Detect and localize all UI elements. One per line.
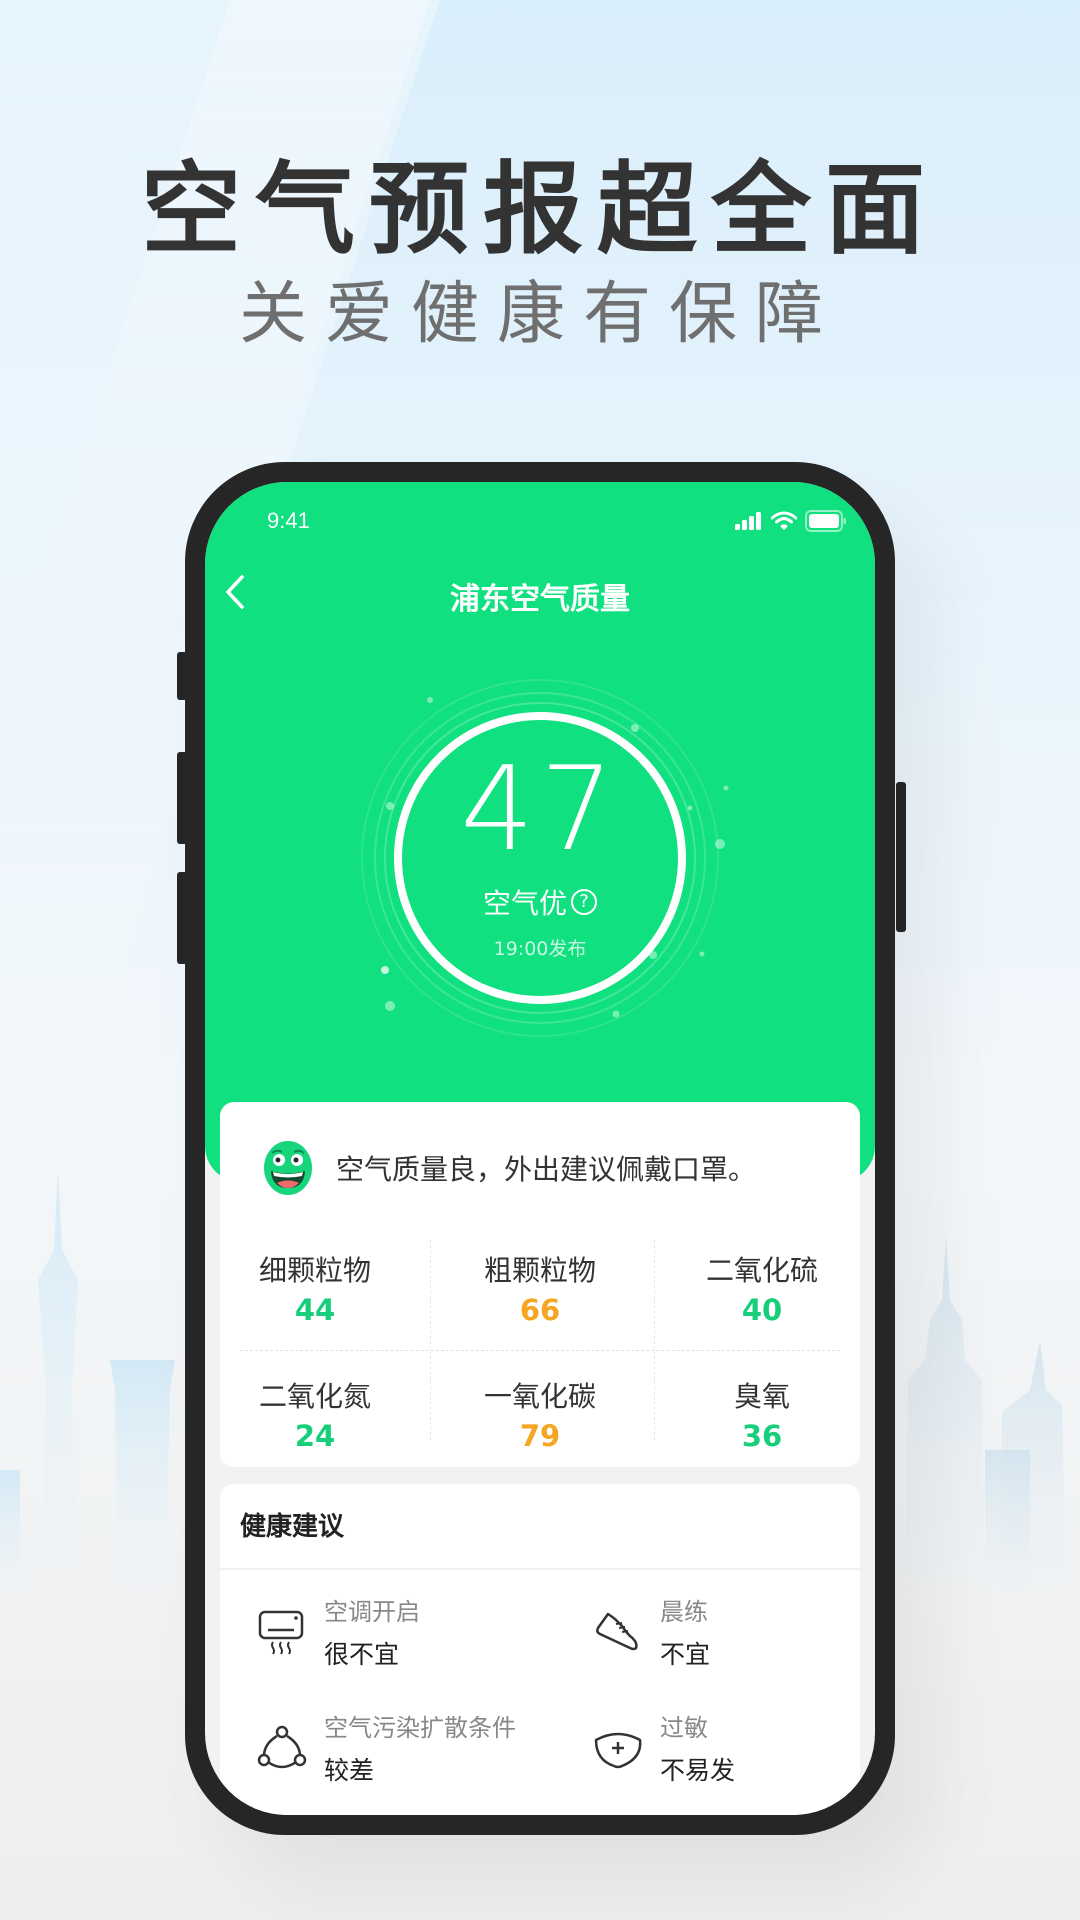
pollutant-grid: 细颗粒物 44 粗颗粒物 66 二氧化硫 40 二氧化氮 24 一氧化碳 79 … xyxy=(240,1237,840,1453)
pollutant-name: 一氧化碳 xyxy=(483,1380,596,1413)
air-conditioner-icon xyxy=(258,1610,304,1655)
pollutant-item[interactable]: 臭氧 36 xyxy=(662,1363,862,1463)
pollutant-name: 二氧化氮 xyxy=(258,1380,371,1413)
pollutant-item[interactable]: 二氧化氮 24 xyxy=(215,1363,415,1463)
sneaker-icon xyxy=(596,1612,638,1651)
tip-text: 空气质量良，外出建议佩戴口罩。 xyxy=(336,1153,757,1186)
pollutant-name: 二氧化硫 xyxy=(705,1254,818,1287)
pollutant-value: 24 xyxy=(294,1419,336,1453)
health-advice-title: 健康建议 xyxy=(240,1512,345,1542)
aqi-gauge xyxy=(361,679,729,1037)
phone-power-button xyxy=(896,782,906,932)
advice-item[interactable]: 晨练 不宜 xyxy=(592,1592,710,1671)
signal-icon xyxy=(735,512,761,530)
advice-label: 晨练 xyxy=(660,1598,708,1626)
aqi-level: 空气优 ? xyxy=(205,882,875,922)
advice-item[interactable]: 空调开启 很不宜 xyxy=(256,1592,420,1671)
aqi-publish-time: 19:00发布 xyxy=(493,938,587,960)
pollutant-value: 44 xyxy=(294,1293,336,1327)
air-quality-card: 空气质量良，外出建议佩戴口罩。 细颗粒物 44 粗颗粒物 66 二氧化硫 40 … xyxy=(220,1102,860,1467)
divider xyxy=(220,1568,860,1570)
air-quality-tip: 空气质量良，外出建议佩戴口罩。 xyxy=(260,1140,756,1196)
pollutant-item[interactable]: 二氧化硫 40 xyxy=(662,1237,862,1337)
advice-item[interactable]: 空气污染扩散条件 较差 xyxy=(256,1708,516,1787)
advice-label: 空调开启 xyxy=(324,1598,420,1626)
pollutant-item[interactable]: 细颗粒物 44 xyxy=(215,1237,415,1337)
aqi-level-text: 空气优 xyxy=(482,887,567,920)
battery-icon xyxy=(805,510,846,532)
pollutant-value: 36 xyxy=(741,1419,783,1453)
pollutant-name: 细颗粒物 xyxy=(258,1254,371,1287)
status-time: 9:41 xyxy=(267,508,310,533)
pollutant-name: 粗颗粒物 xyxy=(483,1254,596,1287)
health-advice-card: 健康建议 空调开启 很不宜 晨练 不宜 空气污染扩散条件 较差 过敏 不易发 xyxy=(220,1484,860,1815)
pollutant-value: 79 xyxy=(519,1419,561,1453)
advice-value: 很不宜 xyxy=(324,1640,400,1669)
advice-value: 不宜 xyxy=(660,1640,711,1669)
aqi-hero-panel: 9:41 浦东空气质量 47 空气优 ? 19:00发布 xyxy=(205,482,875,1182)
pollutant-item[interactable]: 一氧化碳 79 xyxy=(440,1363,640,1463)
diffusion-icon xyxy=(257,1725,307,1769)
aqi-value: 47 xyxy=(460,742,620,877)
promo-headline: 空气预报超全面 xyxy=(141,151,939,268)
status-icons xyxy=(735,510,847,532)
phone-screen: 9:41 浦东空气质量 47 空气优 ? 19:00发布 空气质量良，外出建议佩… xyxy=(205,482,875,1815)
page-title: 浦东空气质量 xyxy=(450,582,630,617)
advice-label: 空气污染扩散条件 xyxy=(324,1714,516,1742)
advice-value: 较差 xyxy=(324,1756,375,1785)
smiley-face-icon xyxy=(264,1141,312,1195)
allergy-shield-icon xyxy=(594,1732,642,1769)
pollutant-item[interactable]: 粗颗粒物 66 xyxy=(440,1237,640,1337)
pollutant-value: 40 xyxy=(741,1293,783,1327)
help-icon[interactable]: ? xyxy=(571,889,597,915)
advice-value: 不易发 xyxy=(660,1756,736,1785)
pollutant-name: 臭氧 xyxy=(733,1380,790,1413)
advice-item[interactable]: 过敏 不易发 xyxy=(592,1708,735,1787)
promo-subline: 关爱健康有保障 xyxy=(238,275,841,354)
advice-label: 过敏 xyxy=(660,1714,708,1742)
pollutant-value: 66 xyxy=(519,1293,561,1327)
wifi-icon xyxy=(771,511,797,530)
